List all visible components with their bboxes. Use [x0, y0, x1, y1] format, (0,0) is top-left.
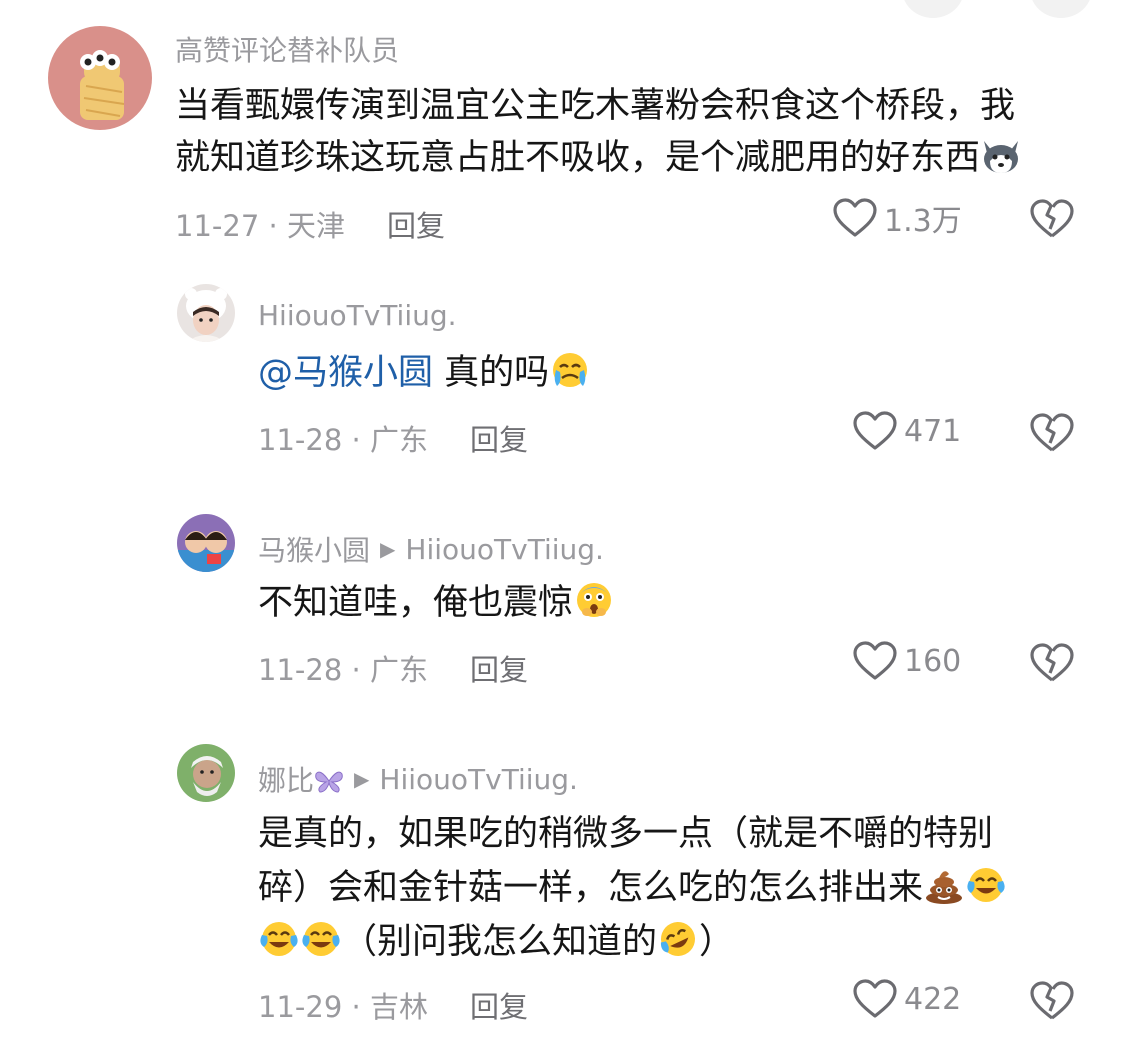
comment-username[interactable]: 娜比 ▶ HiiouoTvTiiug. — [258, 759, 578, 799]
like-button[interactable]: 422 — [852, 978, 961, 1020]
comment-location: 广东 — [369, 653, 428, 687]
tears-of-joy-emoji-icon — [258, 919, 300, 959]
like-button[interactable]: 160 — [852, 640, 961, 682]
reply-button[interactable]: 回复 — [387, 209, 445, 243]
tears-of-joy-emoji-icon — [300, 919, 342, 959]
comment-text: 不知道哇，俺也震惊 — [258, 577, 615, 629]
comment-text-line: 是真的，如果吃的稍微多一点（就是不嚼的特别 — [258, 814, 994, 854]
like-count: 471 — [904, 413, 962, 449]
username-label: 娜比 — [258, 759, 344, 799]
comment-date: 11-29 — [258, 990, 343, 1024]
username-label: HiiouoTvTiiug. — [258, 299, 457, 332]
meta-separator: · — [259, 209, 287, 243]
comment-text-span: 不知道哇，俺也震惊 — [258, 583, 574, 623]
heart-icon — [833, 198, 877, 237]
like-button[interactable]: 1.3万 — [832, 196, 962, 240]
comment-username[interactable]: 高赞评论替补队员 — [175, 29, 399, 69]
username-label: 高赞评论替补队员 — [175, 34, 400, 67]
dislike-button[interactable] — [1030, 642, 1074, 688]
comment-meta: 11-28 · 广东 回复 — [258, 647, 528, 689]
comment-text-line: 就知道珍珠这玩意占肚不吸收，是个减肥用的好东西 — [175, 132, 1022, 184]
comment-location: 广东 — [369, 423, 428, 457]
broken-heart-icon — [1030, 643, 1074, 682]
reply-button[interactable]: 回复 — [470, 990, 528, 1024]
comment-meta: 11-28 · 广东 回复 — [258, 417, 528, 459]
reply-to-username[interactable]: HiiouoTvTiiug. — [405, 533, 604, 566]
heart-icon — [853, 979, 897, 1018]
reply-item: HiiouoTvTiiug. @马猴小圆 真的吗 11-28 · 广东 回复 47… — [0, 260, 1130, 490]
comment-text-span: 碎）会和金针菇一样，怎么吃的怎么排出来 — [258, 868, 924, 908]
husky-emoji-icon — [980, 135, 1022, 175]
avatar[interactable] — [177, 284, 235, 342]
reply-arrow-icon: ▶ — [354, 767, 370, 791]
comment-date: 11-27 — [175, 209, 260, 243]
butterfly-icon — [314, 768, 344, 794]
broken-heart-icon — [1030, 199, 1074, 238]
dislike-button[interactable] — [1030, 980, 1074, 1026]
like-count: 422 — [904, 981, 962, 1017]
comment-text-line: 碎）会和金针菇一样，怎么吃的怎么排出来 — [258, 861, 1007, 915]
like-count: 160 — [904, 643, 962, 679]
broken-heart-icon — [1030, 981, 1074, 1020]
avatar[interactable] — [48, 26, 152, 130]
username-label: 马猴小圆 — [258, 534, 371, 567]
comment-username[interactable]: HiiouoTvTiiug. — [258, 299, 457, 332]
reply-button[interactable]: 回复 — [470, 423, 528, 457]
poop-emoji-icon — [923, 865, 965, 905]
dislike-button[interactable] — [1030, 412, 1074, 458]
reply-item: 马猴小圆 ▶ HiiouoTvTiiug. 不知道哇，俺也震惊 11-28 · … — [0, 490, 1130, 720]
mention-link[interactable]: @马猴小圆 — [258, 353, 433, 393]
comment-date: 11-28 — [258, 423, 343, 457]
comment-text-span: 就知道珍珠这玩意占肚不吸收，是个减肥用的好东西 — [175, 138, 981, 178]
comment-date: 11-28 — [258, 653, 343, 687]
dislike-button[interactable] — [1030, 198, 1074, 244]
meta-separator: · — [342, 423, 370, 457]
heart-icon — [853, 641, 897, 680]
comment-text-line: （别问我怎么知道的 ） — [258, 915, 1007, 969]
comment-text-span: （别问我怎么知道的 — [342, 922, 658, 962]
comment-text: 是真的，如果吃的稍微多一点（就是不嚼的特别 碎）会和金针菇一样，怎么吃的怎么排出… — [258, 807, 1007, 969]
meta-separator: · — [342, 653, 370, 687]
reply-to-username[interactable]: HiiouoTvTiiug. — [379, 763, 578, 796]
crying-face-emoji-icon — [549, 350, 591, 390]
reply-item: 娜比 ▶ HiiouoTvTiiug. 是真的，如果吃的稍微多一点（就是不嚼的特… — [0, 720, 1130, 1037]
reply-button[interactable]: 回复 — [470, 653, 528, 687]
heart-icon — [853, 411, 897, 450]
comment-location: 吉林 — [369, 990, 428, 1024]
meta-separator: · — [342, 990, 370, 1024]
comment-text-line: 当看甄嬛传演到温宜公主吃木薯粉会积食这个桥段，我 — [175, 86, 1016, 126]
tears-of-joy-emoji-icon — [965, 865, 1007, 905]
comment-text-span: 真的吗 — [444, 353, 550, 393]
reply-arrow-icon: ▶ — [380, 537, 396, 561]
username-text: 娜比 — [258, 764, 315, 797]
rolling-laughing-emoji-icon — [657, 919, 699, 959]
comment-meta: 11-27 · 天津 回复 — [175, 203, 445, 245]
comment-text: @马猴小圆 真的吗 — [258, 347, 591, 399]
broken-heart-icon — [1030, 413, 1074, 452]
comment-text: 当看甄嬛传演到温宜公主吃木薯粉会积食这个桥段，我 就知道珍珠这玩意占肚不吸收，是… — [175, 80, 1022, 184]
like-count: 1.3万 — [884, 204, 962, 239]
like-button[interactable]: 471 — [852, 410, 961, 452]
avatar[interactable] — [177, 514, 235, 572]
shocked-face-emoji-icon — [573, 580, 615, 620]
comment-location: 天津 — [286, 209, 345, 243]
comment-item: 高赞评论替补队员 当看甄嬛传演到温宜公主吃木薯粉会积食这个桥段，我 就知道珍珠这… — [0, 0, 1130, 260]
comment-text-span: ） — [699, 922, 735, 962]
avatar[interactable] — [177, 744, 235, 802]
comment-meta: 11-29 · 吉林 回复 — [258, 984, 528, 1026]
comment-username[interactable]: 马猴小圆 ▶ HiiouoTvTiiug. — [258, 529, 604, 569]
